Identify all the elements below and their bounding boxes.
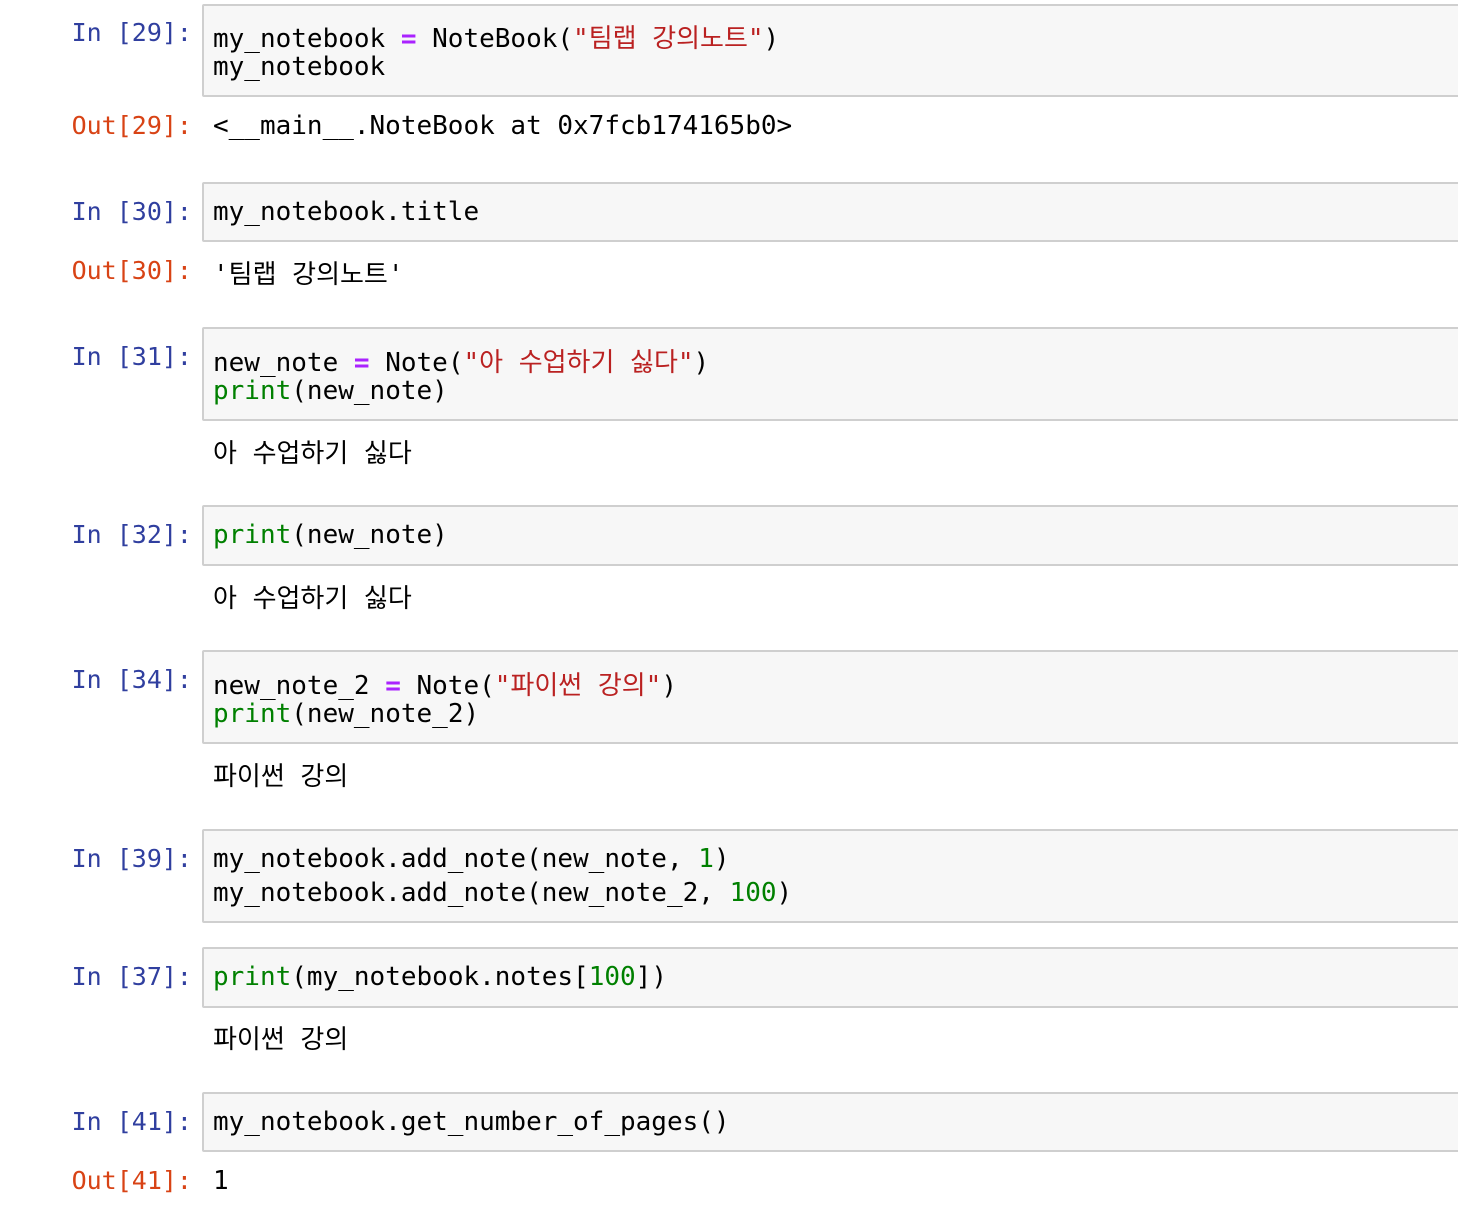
- code-token-plain: Note(: [400, 671, 495, 701]
- code-token-plain: NoteBook(: [416, 24, 574, 54]
- code-input[interactable]: my_notebook = NoteBook("팀랩 강의노트") my_not…: [202, 4, 1458, 97]
- code-token-op: =: [385, 671, 401, 701]
- code-token-kw: print: [213, 520, 292, 550]
- code-token-plain: my_notebook: [213, 24, 401, 54]
- code-token-op: =: [353, 348, 370, 378]
- code-line: print(new_note_2): [213, 699, 479, 729]
- code-token-str: "팀랩 강의노트": [573, 24, 764, 54]
- in-prompt: In [29]:: [71, 18, 192, 47]
- code-token-num: 100: [729, 878, 777, 908]
- code-token-plain: ): [713, 844, 730, 874]
- code-token-num: 100: [588, 962, 636, 992]
- code-line: my_notebook = NoteBook("팀랩 강의노트"): [213, 18, 779, 55]
- out-prompt: Out[30]:: [71, 256, 192, 285]
- code-token-str: "파이썬 강의": [494, 671, 662, 701]
- in-prompt: In [34]:: [71, 665, 192, 694]
- code-token-plain: my_notebook.title: [213, 197, 480, 227]
- code-token-plain: Note(: [369, 348, 464, 378]
- code-token-plain: (new_note): [291, 376, 448, 406]
- code-token-plain: new_note: [213, 348, 354, 378]
- code-input[interactable]: print(my_notebook.notes[100]): [202, 947, 1458, 1008]
- cell-output: '팀랩 강의노트': [213, 260, 404, 290]
- code-token-kw: print: [213, 962, 292, 992]
- code-token-op: =: [400, 24, 417, 54]
- code-token-kw: print: [213, 699, 292, 729]
- in-prompt: In [30]:: [71, 197, 192, 226]
- out-prompt: Out[29]:: [71, 111, 192, 140]
- code-line: my_notebook.add_note(new_note, 1): [213, 844, 730, 874]
- in-prompt: In [32]:: [71, 520, 192, 549]
- code-token-plain: ]): [635, 962, 667, 992]
- code-token-plain: (new_note): [291, 520, 448, 550]
- in-prompt: In [31]:: [71, 342, 192, 371]
- code-line: new_note_2 = Note("파이썬 강의"): [213, 665, 677, 702]
- cell-output: 아 수업하기 싫다: [213, 584, 412, 614]
- code-input[interactable]: my_notebook.add_note(new_note, 1) my_not…: [202, 829, 1458, 923]
- in-prompt: In [39]:: [71, 844, 192, 873]
- code-token-plain: my_notebook.add_note(new_note_2,: [213, 878, 730, 908]
- code-token-plain: ): [693, 348, 710, 378]
- out-prompt: Out[41]:: [71, 1166, 192, 1195]
- code-line: my_notebook: [213, 52, 385, 82]
- code-token-plain: new_note_2: [213, 671, 386, 701]
- code-input[interactable]: my_notebook.get_number_of_pages(): [202, 1092, 1458, 1152]
- code-token-num: 1: [698, 844, 714, 874]
- code-token-kw: print: [213, 376, 292, 406]
- cell-output: 파이썬 강의: [213, 762, 349, 792]
- code-token-plain: my_notebook: [213, 52, 386, 82]
- code-token-plain: ): [776, 878, 793, 908]
- code-input[interactable]: new_note_2 = Note("파이썬 강의") print(new_no…: [202, 650, 1458, 744]
- code-token-plain: (my_notebook.notes[: [291, 962, 589, 992]
- cell-output: 파이썬 강의: [213, 1025, 349, 1055]
- code-line: new_note = Note("아 수업하기 싫다"): [213, 342, 709, 379]
- code-token-plain: ): [763, 24, 780, 54]
- cell-output: <__main__.NoteBook at 0x7fcb174165b0>: [213, 111, 793, 141]
- code-line: print(new_note): [213, 520, 448, 550]
- code-token-plain: ): [661, 671, 677, 701]
- code-token-str: "아 수업하기 싫다": [463, 348, 694, 378]
- cell-output: 아 수업하기 싫다: [213, 439, 412, 469]
- code-input[interactable]: new_note = Note("아 수업하기 싫다") print(new_n…: [202, 327, 1458, 421]
- code-token-plain: my_notebook.add_note(new_note,: [213, 844, 699, 874]
- in-prompt: In [37]:: [71, 962, 192, 991]
- code-input[interactable]: my_notebook.title: [202, 182, 1458, 242]
- code-line: my_notebook.get_number_of_pages(): [213, 1107, 730, 1137]
- code-input[interactable]: print(new_note): [202, 505, 1458, 566]
- code-line: print(my_notebook.notes[100]): [213, 962, 667, 992]
- code-token-plain: (new_note_2): [291, 699, 480, 729]
- code-line: my_notebook.add_note(new_note_2, 100): [213, 878, 792, 908]
- code-line: print(new_note): [213, 376, 448, 406]
- code-line: my_notebook.title: [213, 197, 479, 227]
- in-prompt: In [41]:: [71, 1107, 192, 1136]
- cell-output: 1: [213, 1166, 229, 1196]
- code-token-plain: my_notebook.get_number_of_pages(): [213, 1107, 730, 1137]
